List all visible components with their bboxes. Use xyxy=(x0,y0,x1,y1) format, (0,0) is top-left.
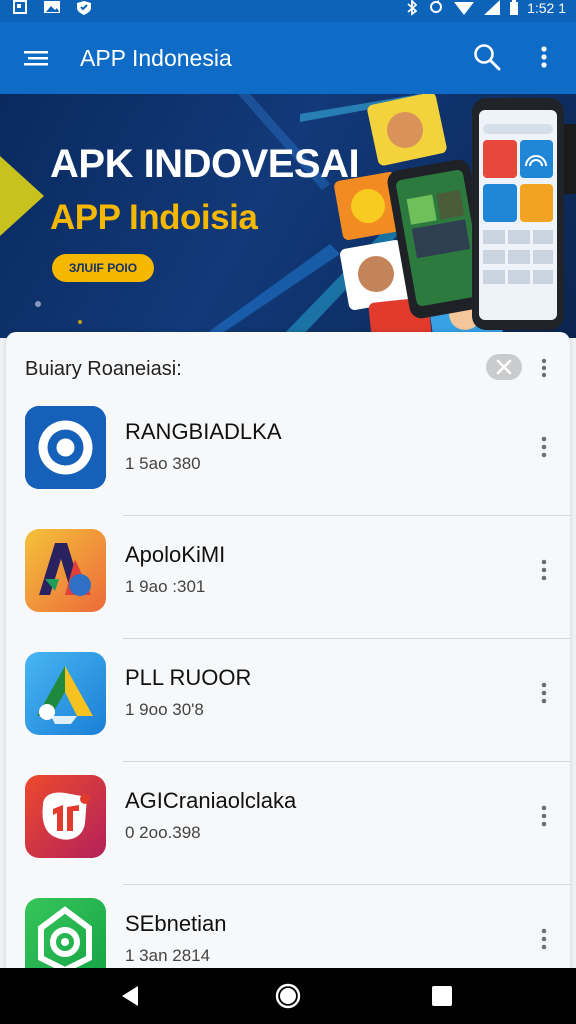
sync-icon xyxy=(430,0,443,13)
banner-phones-illustration xyxy=(334,94,576,338)
promo-banner[interactable]: APK INDOVESAI APP Indoisia ЗЛUIF РОIO xyxy=(0,94,576,338)
status-left-icons xyxy=(10,0,94,16)
more-vert-icon[interactable] xyxy=(536,557,552,583)
spiral-app-icon xyxy=(25,898,106,972)
menu-icon[interactable] xyxy=(22,44,50,72)
app-name: RANGBIADLKA xyxy=(125,419,282,444)
app-name: AGICraniaolclaka xyxy=(125,788,297,813)
row-divider xyxy=(123,515,570,516)
app-list-card: Buiary Roaneiasi: RANGBIADLKA 1 5ao 380 xyxy=(6,332,570,972)
list-item[interactable]: RANGBIADLKA 1 5ao 380 xyxy=(6,394,570,516)
app-meta: 1 5ao 380 xyxy=(125,454,201,473)
shield-icon xyxy=(77,1,91,15)
recents-icon[interactable] xyxy=(428,982,456,1010)
wifi-icon xyxy=(454,2,475,15)
triangle-app-icon xyxy=(25,652,106,735)
app-meta: 1 9ao :301 xyxy=(125,577,206,596)
more-vert-icon[interactable] xyxy=(536,434,552,460)
app-bar: APP Indonesia xyxy=(0,22,576,94)
back-icon[interactable] xyxy=(116,982,144,1010)
status-right-icons: 1:52 1 xyxy=(405,0,566,16)
list-item[interactable]: AGICraniaolclaka 0 2oo.398 xyxy=(6,763,570,885)
section-more-icon[interactable] xyxy=(536,356,552,380)
clear-button[interactable] xyxy=(486,354,522,380)
row-divider xyxy=(123,884,570,885)
list-section-title: Buiary Roaneiasi: xyxy=(25,358,182,380)
status-bar: 1:52 1 xyxy=(0,0,576,22)
app-name: PLL RUOOR xyxy=(125,665,252,690)
image-icon xyxy=(44,1,60,13)
more-vert-icon[interactable] xyxy=(536,680,552,706)
more-vert-icon[interactable] xyxy=(536,926,552,952)
home-icon[interactable] xyxy=(274,982,302,1010)
app-name: ApoloKiMI xyxy=(125,542,226,567)
system-nav-bar xyxy=(0,968,576,1024)
row-divider xyxy=(123,761,570,762)
list-item[interactable]: PLL RUOOR 1 9oo 30'8 xyxy=(6,640,570,762)
close-icon xyxy=(496,359,512,375)
row-divider xyxy=(123,638,570,639)
app-meta: 1 3an 2814 xyxy=(125,946,211,965)
target-app-icon xyxy=(25,406,106,489)
list-item[interactable]: SEbnetian 1 3an 2814 xyxy=(6,886,570,972)
status-time: 1:52 1 xyxy=(527,0,566,16)
more-vert-icon[interactable] xyxy=(536,803,552,829)
list-item[interactable]: ApoloKiMI 1 9ao :301 xyxy=(6,517,570,639)
signal-icon xyxy=(484,0,501,15)
banner-cta-button[interactable]: ЗЛUIF РОIO xyxy=(52,254,154,282)
banner-subtitle: APP Indoisia xyxy=(50,198,258,237)
app-name: SEbnetian xyxy=(125,911,227,936)
search-icon[interactable] xyxy=(472,42,502,72)
aa-app-icon xyxy=(25,529,106,612)
app-meta: 1 9oo 30'8 xyxy=(125,700,204,719)
banner-title: APK INDOVESAI xyxy=(50,142,360,186)
more-vert-icon[interactable] xyxy=(532,42,556,72)
notification-icon xyxy=(13,0,27,14)
bluetooth-icon xyxy=(407,0,418,16)
battery-icon xyxy=(510,0,519,15)
sticker-app-icon xyxy=(25,775,106,858)
app-title: APP Indonesia xyxy=(80,45,232,71)
app-meta: 0 2oo.398 xyxy=(125,823,201,842)
